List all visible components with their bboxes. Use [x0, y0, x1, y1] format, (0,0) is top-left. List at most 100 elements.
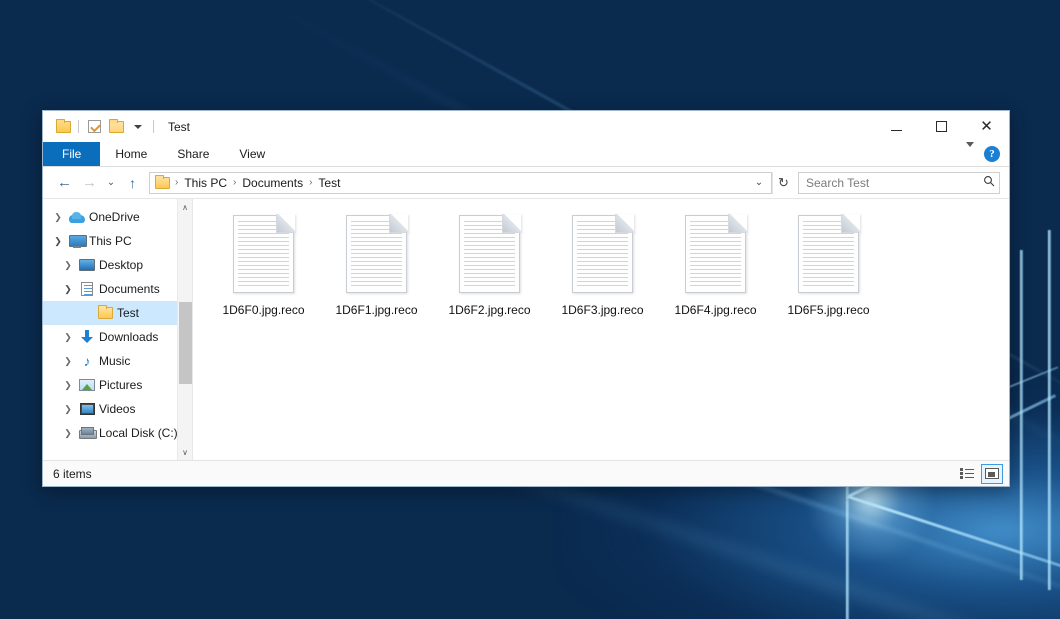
refresh-icon[interactable]: ↻ [772, 172, 794, 194]
file-explorer-window: Test ✕ File Home Share View ? ← → ⌄ ↑ [42, 110, 1010, 487]
quick-access-toolbar [43, 117, 158, 137]
search-icon[interactable] [983, 175, 995, 190]
forward-button[interactable]: → [77, 171, 102, 194]
help-icon[interactable]: ? [984, 146, 1000, 162]
minimize-button[interactable] [874, 111, 919, 142]
folder-tree: ❯ OneDrive ❯ This PC ❯ Desktop [43, 199, 192, 445]
sidebar-item-label: Documents [97, 282, 160, 296]
close-icon: ✕ [980, 119, 993, 134]
address-chevron-down-icon[interactable]: ⌄ [749, 177, 769, 188]
breadcrumb-item-test[interactable]: Test [313, 176, 345, 190]
file-name: 1D6F2.jpg.reco [445, 302, 533, 318]
back-button[interactable]: ← [52, 171, 77, 194]
window-controls: ✕ [874, 111, 1009, 142]
generic-document-icon [685, 215, 746, 293]
thispc-icon [67, 235, 87, 248]
chevron-right-icon[interactable]: ❯ [59, 428, 77, 439]
generic-document-icon [572, 215, 633, 293]
chevron-right-icon[interactable]: ❯ [49, 212, 67, 223]
sidebar-item-label: Music [97, 354, 130, 368]
sidebar-item-local-disk-c[interactable]: ❯ Local Disk (C:) [43, 421, 192, 445]
list-item[interactable]: 1D6F5.jpg.reco [772, 211, 885, 333]
file-list-pane[interactable]: 1D6F0.jpg.reco 1D6F1.jpg.reco [193, 199, 1009, 460]
scrollbar-track[interactable] [178, 215, 192, 444]
new-folder-icon[interactable] [105, 117, 127, 137]
divider [78, 120, 79, 133]
list-item[interactable]: 1D6F1.jpg.reco [320, 211, 433, 333]
sidebar-item-documents[interactable]: ❯ Documents [43, 277, 192, 301]
chevron-right-icon[interactable]: ❯ [59, 356, 77, 367]
sidebar-item-test[interactable]: Test [43, 301, 192, 325]
sidebar-item-onedrive[interactable]: ❯ OneDrive [43, 205, 192, 229]
sidebar-scrollbar[interactable]: ∧ ∨ [177, 199, 192, 460]
chevron-right-icon[interactable]: ❯ [59, 332, 77, 343]
tab-file[interactable]: File [43, 142, 100, 166]
music-icon: ♪ [77, 354, 97, 368]
tab-home[interactable]: Home [100, 142, 162, 166]
generic-document-icon [459, 215, 520, 293]
sidebar-item-videos[interactable]: ❯ Videos [43, 397, 192, 421]
title-bar[interactable]: Test ✕ [43, 111, 1009, 142]
generic-document-icon [346, 215, 407, 293]
details-view-icon [960, 468, 974, 479]
close-button[interactable]: ✕ [964, 111, 1009, 142]
file-name: 1D6F4.jpg.reco [671, 302, 759, 318]
file-name: 1D6F1.jpg.reco [332, 302, 420, 318]
up-button[interactable]: ↑ [120, 171, 145, 194]
expand-ribbon-chevron-down-icon[interactable] [966, 147, 974, 161]
scroll-up-icon[interactable]: ∧ [178, 199, 192, 215]
item-count-label: 6 items [53, 467, 92, 481]
list-item[interactable]: 1D6F4.jpg.reco [659, 211, 772, 333]
sidebar-item-music[interactable]: ❯ ♪ Music [43, 349, 192, 373]
sidebar-item-this-pc[interactable]: ❯ This PC [43, 229, 192, 253]
scrollbar-thumb[interactable] [179, 302, 192, 384]
folder-icon [95, 307, 115, 319]
sidebar-item-downloads[interactable]: ❯ Downloads [43, 325, 192, 349]
chevron-down-icon[interactable]: ❯ [49, 236, 67, 247]
tab-view[interactable]: View [224, 142, 280, 166]
chevron-down-icon[interactable]: ❯ [59, 284, 77, 295]
chevron-right-icon[interactable]: ❯ [59, 380, 77, 391]
properties-icon[interactable] [83, 117, 105, 137]
chevron-right-icon[interactable]: ❯ [59, 260, 77, 271]
sidebar-item-label: Pictures [97, 378, 142, 392]
search-glyph [983, 175, 995, 187]
breadcrumb: › This PC › Documents › Test [174, 176, 345, 190]
folder-icon[interactable] [52, 117, 74, 137]
sidebar-item-label: This PC [87, 234, 132, 248]
wallpaper-logo-beam [846, 500, 849, 619]
pictures-icon [77, 379, 97, 391]
scroll-down-icon[interactable]: ∨ [178, 444, 192, 460]
sidebar-item-label: Local Disk (C:) [97, 426, 178, 440]
sidebar-item-label: Test [115, 306, 139, 320]
window-title: Test [168, 120, 190, 134]
list-item[interactable]: 1D6F3.jpg.reco [546, 211, 659, 333]
breadcrumb-item-documents[interactable]: Documents [237, 176, 308, 190]
search-placeholder: Search Test [806, 176, 983, 190]
maximize-button[interactable] [919, 111, 964, 142]
desktop-icon [77, 259, 97, 271]
sidebar-item-label: Videos [97, 402, 135, 416]
list-item[interactable]: 1D6F0.jpg.reco [207, 211, 320, 333]
generic-document-icon [798, 215, 859, 293]
documents-icon [77, 282, 97, 296]
file-name: 1D6F0.jpg.reco [219, 302, 307, 318]
details-view-button[interactable] [956, 464, 978, 484]
ribbon-tab-strip: File Home Share View ? [43, 142, 1009, 167]
sidebar-item-desktop[interactable]: ❯ Desktop [43, 253, 192, 277]
search-input[interactable]: Search Test [798, 172, 1000, 194]
folder-icon [155, 177, 170, 189]
large-icons-view-button[interactable] [981, 464, 1003, 484]
breadcrumb-item-this-pc[interactable]: This PC [179, 176, 232, 190]
tab-share[interactable]: Share [162, 142, 224, 166]
explorer-body: ❯ OneDrive ❯ This PC ❯ Desktop [43, 198, 1009, 460]
sidebar-item-label: Desktop [97, 258, 143, 272]
disk-icon [77, 427, 97, 439]
file-name: 1D6F5.jpg.reco [784, 302, 872, 318]
chevron-right-icon[interactable]: ❯ [59, 404, 77, 415]
address-input[interactable]: › This PC › Documents › Test ⌄ [149, 172, 772, 194]
customize-chevron-icon[interactable] [127, 117, 149, 137]
recent-locations-chevron-down-icon[interactable]: ⌄ [102, 171, 120, 194]
sidebar-item-pictures[interactable]: ❯ Pictures [43, 373, 192, 397]
list-item[interactable]: 1D6F2.jpg.reco [433, 211, 546, 333]
